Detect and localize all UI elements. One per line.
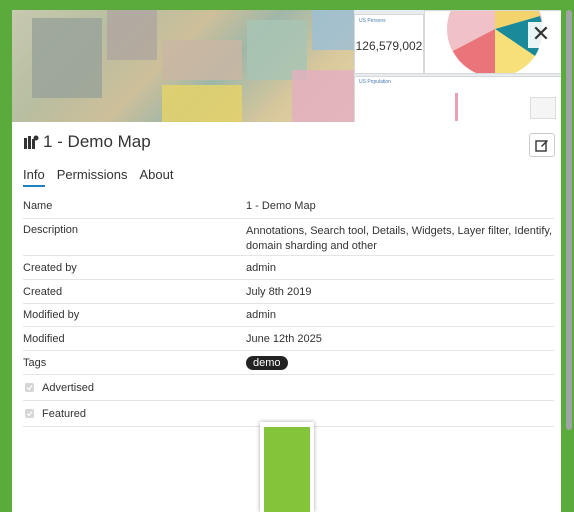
row-description: Description Annotations, Search tool, De… [23,219,554,256]
row-tags: Tags demo [23,351,554,375]
loading-bar [264,427,310,512]
map-thumbnail: US Persons 126,579,002 US Population ✕ [12,10,561,122]
bar-widget: US Population [354,76,561,122]
row-modified: Modified June 12th 2025 [23,327,554,351]
check-icon [26,411,33,417]
row-name: Name 1 - Demo Map [23,194,554,219]
name-label: Name [23,200,53,212]
advertised-checkbox[interactable] [25,383,34,392]
tab-info[interactable]: Info [23,167,45,187]
edit-icon [535,140,548,152]
row-created-by: Created by admin [23,256,554,280]
scrollbar[interactable] [566,10,572,430]
resource-details-panel: US Persons 126,579,002 US Population ✕ 1… [12,10,561,512]
tag-chip[interactable]: demo [246,355,288,370]
tab-permissions[interactable]: Permissions [57,167,128,187]
created-by-value: admin [246,261,276,274]
close-button[interactable]: ✕ [528,22,554,48]
info-table: Name 1 - Demo Map Description Annotation… [23,194,554,427]
counter-widget-title: US Persons [359,18,386,24]
description-label: Description [23,224,79,236]
tab-bar: Info Permissions About [23,167,185,187]
loading-indicator [260,422,314,512]
row-modified-by: Modified by admin [23,304,554,327]
created-label: Created [23,285,63,298]
created-by-label: Created by [23,261,77,274]
modified-label: Modified [23,332,65,345]
created-value: July 8th 2019 [246,285,312,298]
tab-about[interactable]: About [139,167,173,187]
row-advertised: Advertised [23,375,554,401]
modified-value: June 12th 2025 [246,332,322,345]
featured-checkbox[interactable] [25,409,34,418]
modified-by-label: Modified by [23,309,80,321]
title-row: 1 - Demo Map [23,130,151,154]
map-preview [12,10,354,122]
check-icon [26,385,33,391]
row-created: Created July 8th 2019 [23,280,554,304]
name-value: 1 - Demo Map [246,200,316,212]
edit-button[interactable] [529,133,555,157]
description-value: Annotations, Search tool, Details, Widge… [246,225,553,252]
counter-widget-value: 126,579,002 [355,39,423,53]
page-title: 1 - Demo Map [43,132,151,151]
bar-widget-title: US Population [359,79,391,85]
featured-label: Featured [42,407,87,420]
counter-widget: US Persons 126,579,002 [354,14,424,74]
modified-by-value: admin [246,309,276,321]
advertised-label: Advertised [42,381,94,394]
map-icon [24,135,39,149]
tags-label: Tags [23,356,47,369]
